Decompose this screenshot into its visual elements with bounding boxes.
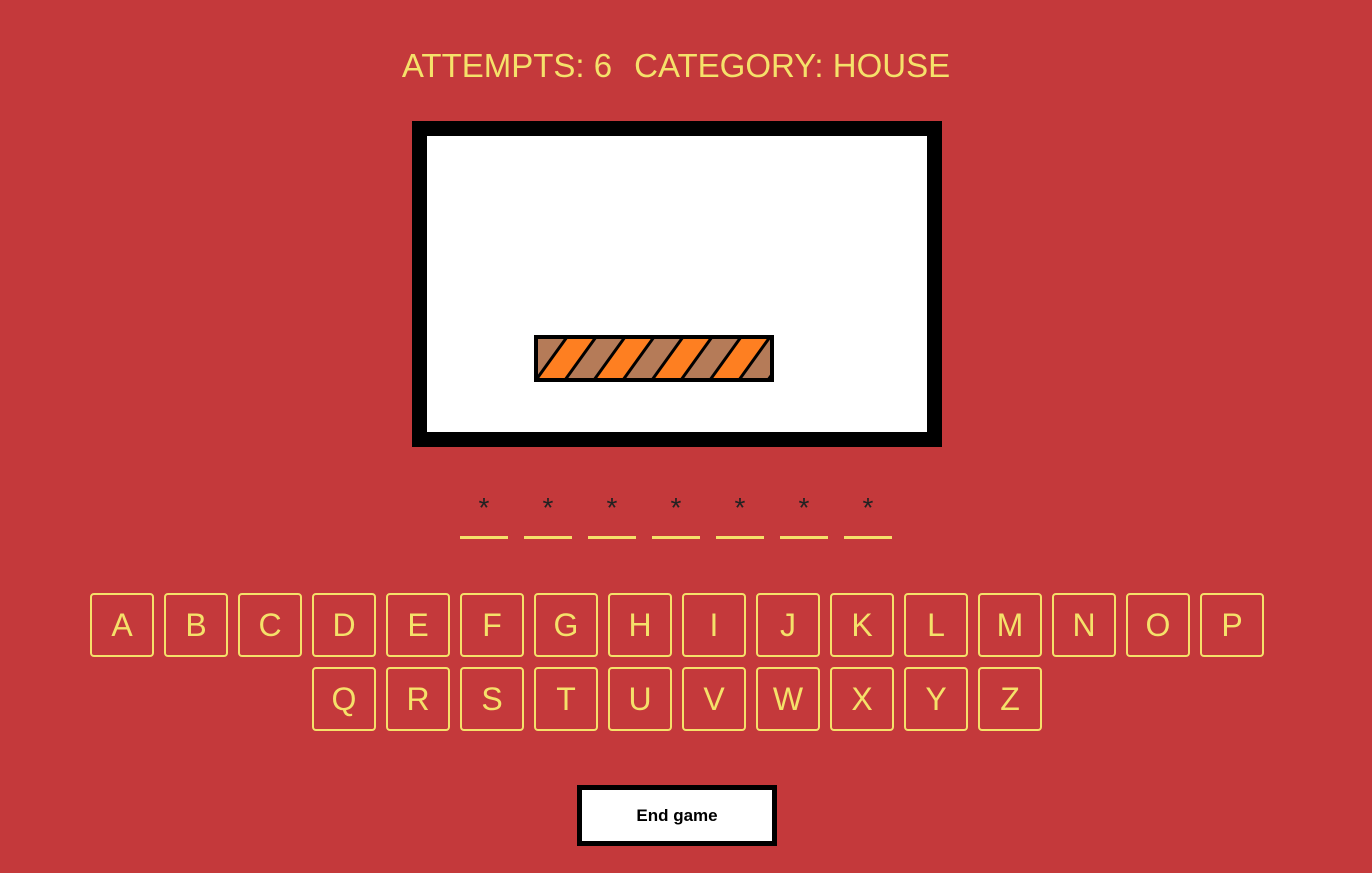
end-game-button[interactable]: End game xyxy=(577,785,777,846)
letter-key-h[interactable]: H xyxy=(608,593,672,657)
letter-key-w[interactable]: W xyxy=(756,667,820,731)
letter-keyboard: ABCDEFGHIJKLMNOP QRSTUVWXYZ xyxy=(0,593,1354,741)
letter-key-l[interactable]: L xyxy=(904,593,968,657)
letter-slot: * xyxy=(652,490,700,539)
letter-slot: * xyxy=(524,490,572,539)
letter-slot: * xyxy=(844,490,892,539)
status-bar: ATTEMPTS: 6 CATEGORY: HOUSE xyxy=(0,44,1352,88)
letter-key-u[interactable]: U xyxy=(608,667,672,731)
hidden-word: * * * * * * * xyxy=(0,490,1352,539)
category-label: CATEGORY: HOUSE xyxy=(634,47,951,84)
letter-slot: * xyxy=(780,490,828,539)
keyboard-row: ABCDEFGHIJKLMNOP xyxy=(0,593,1354,657)
letter-key-x[interactable]: X xyxy=(830,667,894,731)
letter-key-d[interactable]: D xyxy=(312,593,376,657)
letter-key-b[interactable]: B xyxy=(164,593,228,657)
letter-key-n[interactable]: N xyxy=(1052,593,1116,657)
keyboard-row: QRSTUVWXYZ xyxy=(0,667,1354,731)
letter-key-p[interactable]: P xyxy=(1200,593,1264,657)
letter-key-c[interactable]: C xyxy=(238,593,302,657)
letter-key-k[interactable]: K xyxy=(830,593,894,657)
letter-key-j[interactable]: J xyxy=(756,593,820,657)
drawing-canvas xyxy=(534,335,774,382)
letter-key-m[interactable]: M xyxy=(978,593,1042,657)
letter-key-q[interactable]: Q xyxy=(312,667,376,731)
letter-key-r[interactable]: R xyxy=(386,667,450,731)
letter-slot: * xyxy=(460,490,508,539)
hangman-board xyxy=(412,121,942,447)
letter-key-o[interactable]: O xyxy=(1126,593,1190,657)
letter-key-i[interactable]: I xyxy=(682,593,746,657)
letter-key-a[interactable]: A xyxy=(90,593,154,657)
letter-key-z[interactable]: Z xyxy=(978,667,1042,731)
attempts-counter: ATTEMPTS: 6 xyxy=(401,47,613,84)
letter-key-y[interactable]: Y xyxy=(904,667,968,731)
letter-key-e[interactable]: E xyxy=(386,593,450,657)
letter-key-s[interactable]: S xyxy=(460,667,524,731)
letter-key-v[interactable]: V xyxy=(682,667,746,731)
letter-key-t[interactable]: T xyxy=(534,667,598,731)
letter-slot: * xyxy=(588,490,636,539)
letter-slot: * xyxy=(716,490,764,539)
striped-plank-icon xyxy=(534,335,774,382)
letter-key-g[interactable]: G xyxy=(534,593,598,657)
letter-key-f[interactable]: F xyxy=(460,593,524,657)
